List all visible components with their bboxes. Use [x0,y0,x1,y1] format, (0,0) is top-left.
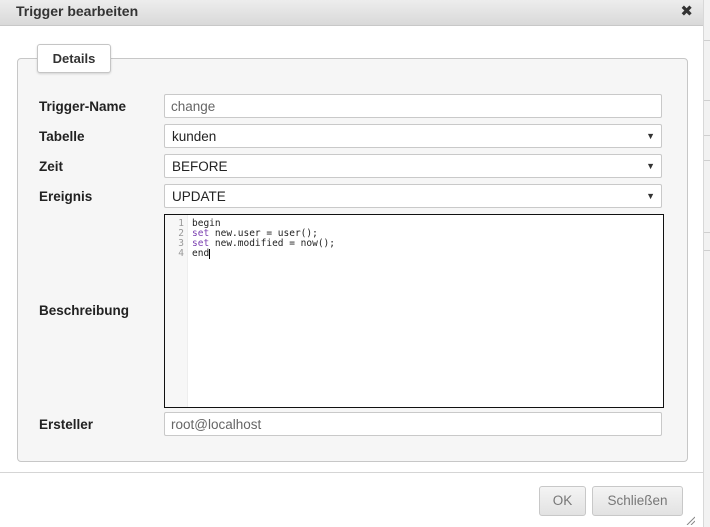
ok-button[interactable]: OK [539,486,586,516]
time-label: Zeit [39,159,64,174]
event-select-value: UPDATE [172,189,226,204]
line-number: 4 [178,248,184,259]
tab-details[interactable]: Details [37,44,111,73]
dropdown-arrow-icon: ▼ [646,191,655,201]
event-label: Ereignis [39,189,93,204]
table-label: Tabelle [39,129,85,144]
resize-handle-icon[interactable] [685,515,695,525]
trigger-name-input[interactable]: change [164,94,662,118]
dialog-titlebar[interactable]: Trigger bearbeiten ✖ [0,0,703,26]
description-label: Beschreibung [39,303,130,318]
table-select[interactable]: kunden ▼ [164,124,662,148]
editor-gutter: 1 2 3 4 [165,215,188,407]
text-cursor [209,249,211,259]
trigger-edit-dialog: Trigger bearbeiten ✖ Details Trigger-Nam… [0,0,703,527]
trigger-name-value: change [171,99,216,114]
footer-divider [0,472,703,473]
dropdown-arrow-icon: ▼ [646,131,655,141]
background-page-edge [703,0,710,527]
description-code-editor[interactable]: 1 2 3 4 begin set new.user = user(); set… [164,214,664,408]
close-icon[interactable]: ✖ [680,2,693,22]
creator-input[interactable]: root@localhost [164,412,662,436]
time-select[interactable]: BEFORE ▼ [164,154,662,178]
dialog-title: Trigger bearbeiten [16,3,139,19]
creator-label: Ersteller [39,417,94,432]
code-line: set new.modified = now(); [192,238,336,249]
dropdown-arrow-icon: ▼ [646,161,655,171]
time-select-value: BEFORE [172,159,228,174]
close-button[interactable]: Schließen [592,486,683,516]
trigger-name-label: Trigger-Name [39,99,127,114]
event-select[interactable]: UPDATE ▼ [164,184,662,208]
table-select-value: kunden [172,129,217,144]
creator-value: root@localhost [171,417,262,432]
code-line: end [192,248,211,259]
